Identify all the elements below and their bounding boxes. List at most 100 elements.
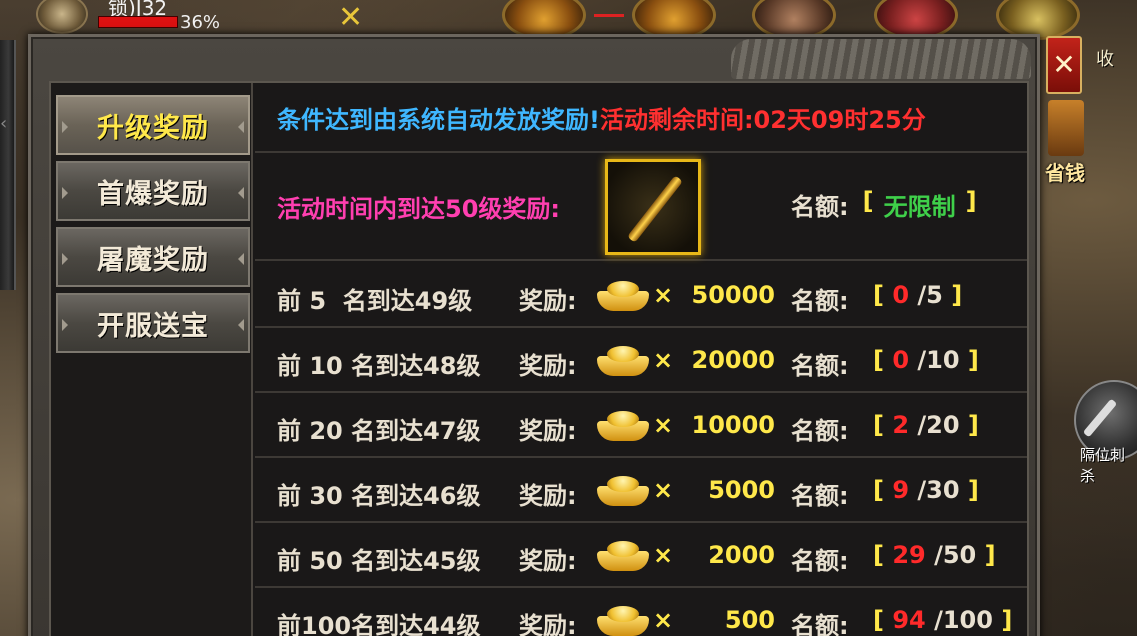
reward-label: 奖励: <box>519 547 577 575</box>
quota-label: 名额: <box>791 352 849 380</box>
bracket-open: [ <box>873 606 884 634</box>
total-quota: 20 <box>926 411 960 439</box>
quota-values: [ 0 /5 ] <box>873 281 962 309</box>
level50-quota: 名额: [ 无限制 ] <box>791 187 977 222</box>
claimed-count: 9 <box>892 476 910 504</box>
close-button[interactable]: ✕ <box>1046 36 1082 94</box>
skill-label: 隔位刺杀 <box>1080 446 1126 485</box>
reward-label: 奖励: <box>519 287 577 315</box>
tab-first-kill-reward[interactable]: 首爆奖励 <box>56 161 250 221</box>
times-symbol: × <box>653 411 674 439</box>
hp-percent: 36% <box>180 12 221 33</box>
level50-reward-section: 活动时间内到达50级奖励: 名额: [ 无限制 ] <box>255 155 1027 261</box>
reward-row: 前 50 名到达45级 奖励: × 2000 名额: [ 29 /50 ] <box>255 523 1027 588</box>
rank-condition: 前 10 名到达48级 <box>277 352 481 380</box>
times-symbol: × <box>653 606 674 634</box>
quota-label: 名额: <box>791 417 849 445</box>
quota-label: 名额: <box>791 193 849 221</box>
quota-values: [ 29 /50 ] <box>873 541 996 569</box>
tab-demon-slaying-reward[interactable]: 屠魔奖励 <box>56 227 250 287</box>
notice-bar: 条件达到由系统自动发放奖励! 活动剩余时间:02天09时25分 <box>255 83 1027 153</box>
reward-label: 奖励: <box>519 352 577 380</box>
reward-amount: 5000 <box>708 476 775 504</box>
bracket-close: ] <box>992 606 1013 634</box>
gold-ingot-icon <box>593 407 653 443</box>
slash: / <box>909 476 927 504</box>
reward-label: 奖励: <box>519 417 577 445</box>
rank-condition: 前 30 名到达46级 <box>277 482 481 510</box>
save-money-icon[interactable] <box>1048 100 1084 156</box>
reward-panel: 升级奖励 首爆奖励 屠魔奖励 开服送宝 条件达到由系统自动发放奖励! 活动剩余时… <box>28 34 1040 636</box>
unlimited-quota: 无限制 <box>883 193 956 221</box>
gold-ingot-icon <box>593 602 653 636</box>
rank-condition: 前 5 名到达49级 <box>277 287 473 315</box>
bracket-open: [ <box>873 346 884 374</box>
red-indicator <box>594 14 624 17</box>
reward-amount: 10000 <box>691 411 776 439</box>
bracket-open: [ <box>862 187 874 215</box>
left-arrow-icon[interactable]: ‹ <box>0 112 12 136</box>
reward-row: 前 20 名到达47级 奖励: × 10000 名额: [ 2 /20 ] <box>255 393 1027 458</box>
quota-label: 名额: <box>791 547 849 575</box>
bracket-open: [ <box>873 476 884 504</box>
bracket-open: [ <box>873 281 884 309</box>
hud-close-icon[interactable]: ✕ <box>338 0 363 35</box>
reward-row: 前 10 名到达48级 奖励: × 20000 名额: [ 0 /10 ] <box>255 328 1027 393</box>
auto-distribute-text: 条件达到由系统自动发放奖励! <box>277 105 600 134</box>
bracket-close: ] <box>965 187 977 215</box>
total-quota: 5 <box>926 281 943 309</box>
quota-label: 名额: <box>791 287 849 315</box>
reward-amount: 50000 <box>691 281 776 309</box>
rank-condition: 前 50 名到达45级 <box>277 547 481 575</box>
gold-ingot-icon <box>593 537 653 573</box>
rank-condition: 前100名到达44级 <box>277 612 481 636</box>
total-quota: 50 <box>942 541 977 569</box>
level50-reward-label: 活动时间内到达50级奖励: <box>277 195 560 223</box>
slash: / <box>925 606 943 634</box>
reward-row: 前 5 名到达49级 奖励: × 50000 名额: [ 0 /5 ] <box>255 263 1027 328</box>
gold-ingot-icon <box>593 277 653 313</box>
times-symbol: × <box>653 541 674 569</box>
bracket-close: ] <box>976 541 996 569</box>
reward-amount: 20000 <box>691 346 776 374</box>
reward-amount: 500 <box>724 606 775 634</box>
save-money-label[interactable]: 省钱 <box>1045 157 1085 186</box>
claimed-count: 2 <box>892 411 910 439</box>
claimed-count: 29 <box>892 541 926 569</box>
slash: / <box>909 411 927 439</box>
total-quota: 100 <box>942 606 993 634</box>
quota-values: [ 9 /30 ] <box>873 476 979 504</box>
bracket-close: ] <box>959 346 979 374</box>
times-symbol: × <box>653 346 674 374</box>
quota-label: 名额: <box>791 482 849 510</box>
total-quota: 30 <box>926 476 960 504</box>
claimed-count: 0 <box>892 281 910 309</box>
bracket-open: [ <box>873 411 884 439</box>
quota-values: [ 0 /10 ] <box>873 346 979 374</box>
quota-values: [ 2 /20 ] <box>873 411 979 439</box>
rank-condition: 前 20 名到达47级 <box>277 417 481 445</box>
quota-label: 名额: <box>791 612 849 636</box>
panel-inner: 升级奖励 首爆奖励 屠魔奖励 开服送宝 条件达到由系统自动发放奖励! 活动剩余时… <box>49 81 1029 636</box>
bracket-close: ] <box>959 476 979 504</box>
quota-values: [ 94 /100 ] <box>873 606 1012 634</box>
tab-upgrade-reward[interactable]: 升级奖励 <box>56 95 250 155</box>
reward-row: 前 30 名到达46级 奖励: × 5000 名额: [ 9 /30 ] <box>255 458 1027 523</box>
gold-ingot-icon <box>593 472 653 508</box>
side-top-label[interactable]: 收 <box>1096 45 1114 71</box>
left-edge-panel <box>0 40 16 290</box>
reward-label: 奖励: <box>519 612 577 636</box>
total-quota: 10 <box>926 346 960 374</box>
golden-rod-icon[interactable] <box>605 159 701 255</box>
dragon-ornament <box>731 39 1031 79</box>
tab-server-launch-gift[interactable]: 开服送宝 <box>56 293 250 353</box>
reward-amount: 2000 <box>708 541 775 569</box>
slash: / <box>909 281 927 309</box>
slash: / <box>925 541 943 569</box>
reward-row: 前100名到达44级 奖励: × 500 名额: [ 94 /100 ] <box>255 588 1027 636</box>
claimed-count: 0 <box>892 346 910 374</box>
hp-bar <box>98 16 178 28</box>
gold-ingot-icon <box>593 342 653 378</box>
claimed-count: 94 <box>892 606 926 634</box>
bracket-open: [ <box>873 541 884 569</box>
